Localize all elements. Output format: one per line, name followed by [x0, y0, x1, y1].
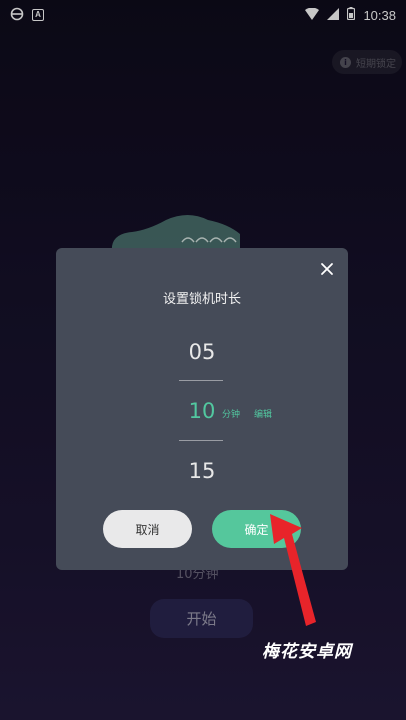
picker-unit-label: 分钟 — [222, 410, 241, 420]
cancel-button[interactable]: 取消 — [103, 510, 192, 548]
dialog-title: 设置锁机时长 — [162, 292, 241, 307]
close-button[interactable] — [314, 256, 340, 282]
watermark: 梅花安卓网 — [262, 642, 352, 662]
picker-divider-top — [179, 380, 223, 381]
picker-option-next[interactable]: 15 — [56, 456, 348, 486]
edit-duration-link[interactable]: 编辑 — [254, 407, 272, 420]
picker-value-selected: 10 — [188, 399, 216, 423]
picker-option-prev[interactable]: 05 — [56, 337, 348, 367]
annotation-arrow-icon — [262, 508, 322, 636]
picker-value-next: 15 — [188, 459, 216, 483]
picker-option-selected[interactable]: 10 — [56, 396, 348, 426]
picker-divider-bottom — [179, 440, 223, 441]
close-icon — [321, 263, 333, 275]
picker-value-prev: 05 — [188, 340, 216, 364]
